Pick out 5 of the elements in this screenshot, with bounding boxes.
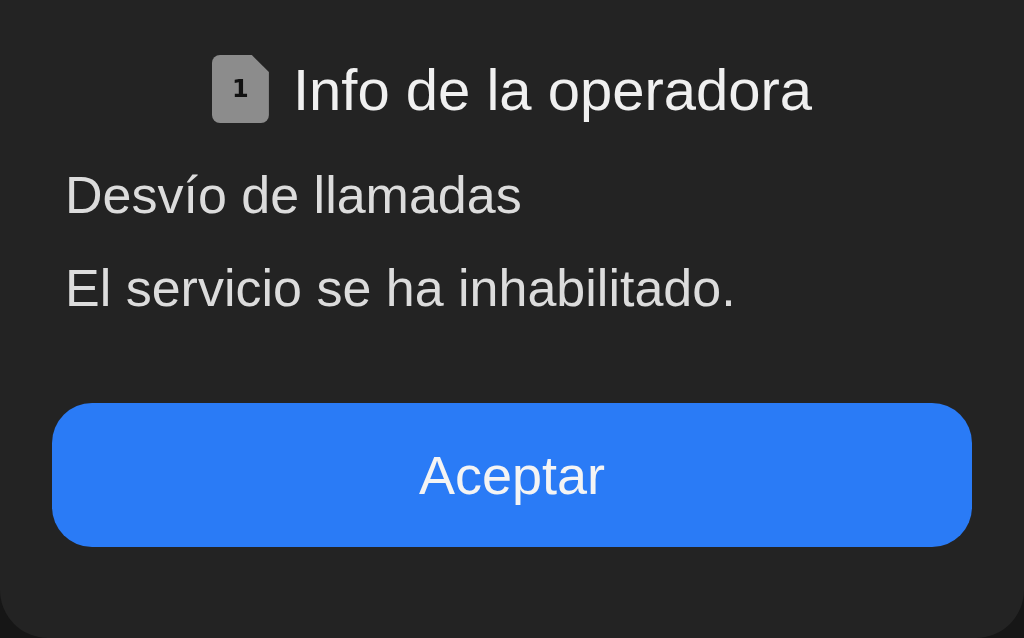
sim-card-icon: 1 [211,55,269,123]
message-text: Desvío de llamadas [65,165,523,226]
dialog-title: Info de la operadora [292,55,813,123]
accept-button[interactable]: Aceptar [52,403,972,547]
message-text: El servicio se ha inhabilitado. [65,258,737,319]
